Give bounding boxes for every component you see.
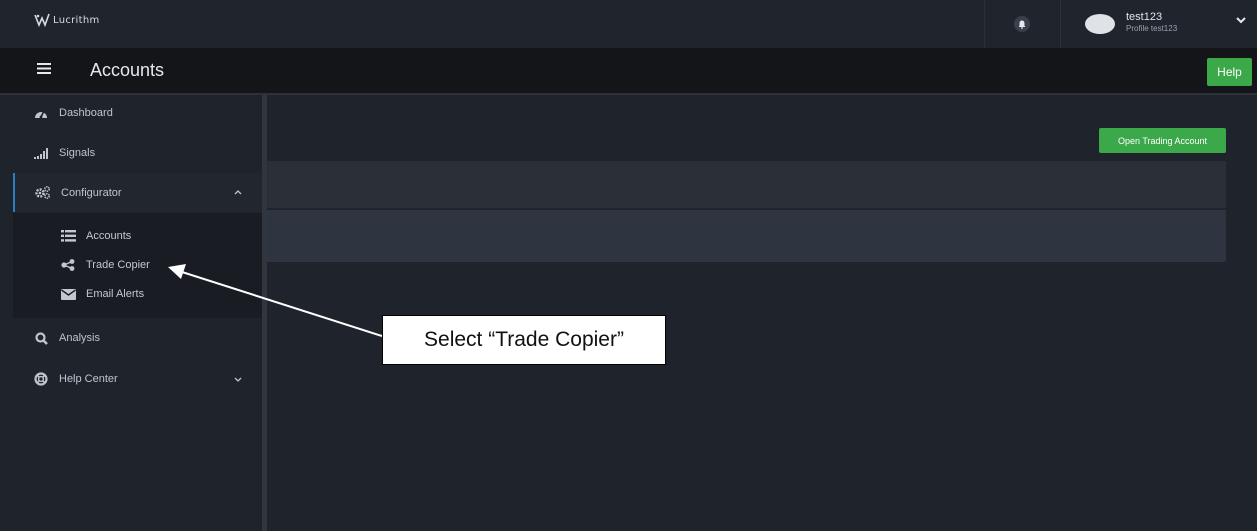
sidebar-item-label: Configurator — [61, 186, 122, 199]
dashboard-icon — [33, 107, 49, 119]
topbar-divider — [1060, 0, 1061, 48]
sidebar-item-signals[interactable]: Signals — [13, 134, 262, 172]
sidebar-item-label: Signals — [59, 147, 96, 159]
sidebar-subitem-label: Email Alerts — [86, 288, 145, 300]
sidebar-subitem-trade-copier[interactable]: Trade Copier — [13, 251, 262, 279]
content-panel-body — [267, 210, 1226, 262]
sidebar-subitem-accounts[interactable]: Accounts — [13, 222, 262, 250]
content-panel-header — [267, 161, 1226, 208]
bell-icon — [1018, 20, 1026, 29]
signal-bars-icon — [33, 147, 49, 159]
chevron-down-icon[interactable] — [1236, 17, 1246, 24]
user-name[interactable]: test123 — [1126, 11, 1162, 23]
sidebar-item-analysis[interactable]: Analysis — [13, 319, 262, 357]
top-bar — [0, 0, 1257, 48]
life-ring-icon — [33, 372, 49, 386]
list-icon — [60, 230, 76, 242]
lucrithm-logo-icon — [34, 13, 50, 27]
user-profile-label: Profile test123 — [1126, 24, 1178, 33]
app-logo[interactable]: Lucrithm — [34, 13, 100, 27]
chevron-up-icon — [234, 190, 242, 195]
chevron-down-icon — [234, 377, 242, 382]
annotation-callout: Select “Trade Copier” — [382, 315, 666, 365]
sidebar-subitem-email-alerts[interactable]: Email Alerts — [13, 280, 262, 308]
sidebar-item-label: Analysis — [59, 332, 100, 344]
sidebar-item-label: Help Center — [59, 373, 118, 385]
cogs-icon — [35, 186, 51, 199]
sidebar-item-dashboard[interactable]: Dashboard — [13, 94, 262, 132]
page-title: Accounts — [90, 60, 165, 80]
sidebar-subitem-label: Accounts — [86, 230, 132, 242]
page-header — [0, 48, 1257, 95]
sidebar-subitem-label: Trade Copier — [86, 259, 150, 271]
notifications-button[interactable] — [1014, 16, 1030, 32]
sidebar-item-help-center[interactable]: Help Center — [13, 360, 262, 398]
topbar-divider — [984, 0, 985, 48]
app-logo-text: Lucrithm — [53, 14, 100, 26]
envelope-icon — [60, 288, 76, 300]
open-trading-account-button[interactable]: Open Trading Account — [1099, 128, 1226, 153]
avatar[interactable] — [1085, 14, 1115, 34]
share-icon — [60, 259, 76, 271]
sidebar-item-label: Dashboard — [59, 107, 113, 119]
sidebar-item-configurator[interactable]: Configurator — [13, 173, 262, 212]
menu-icon[interactable] — [37, 63, 51, 74]
help-button[interactable]: Help — [1207, 58, 1252, 86]
search-icon — [33, 331, 49, 345]
